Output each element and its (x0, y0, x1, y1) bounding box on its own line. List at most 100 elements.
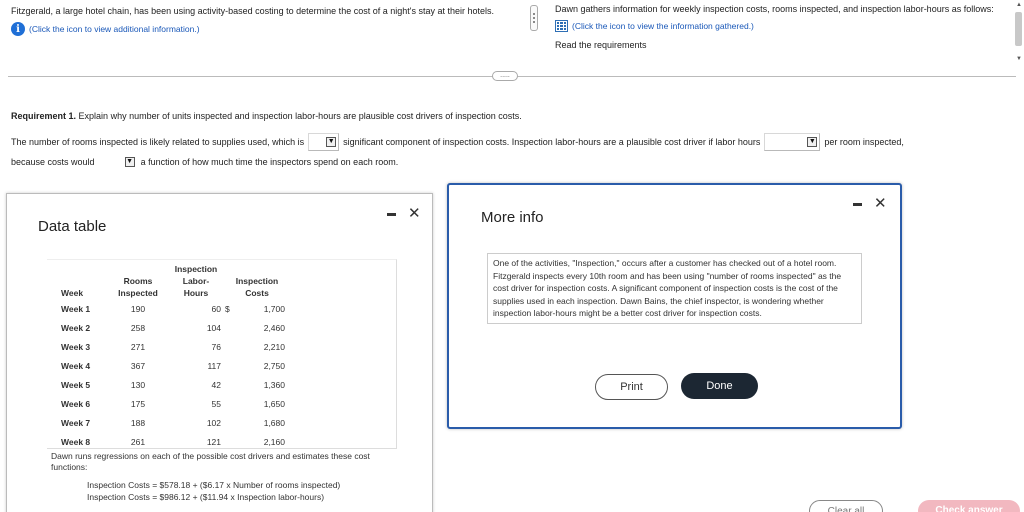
expand-handle[interactable]: ..... (492, 71, 518, 81)
column-header-hours: Inspection Labor-Hours (174, 264, 218, 298)
table-row: Week 5 130 42 1,360 (57, 375, 289, 394)
requirement-label: Requirement 1. (11, 111, 77, 121)
clear-all-button[interactable]: Clear all (809, 500, 883, 512)
window-controls: ✕ (853, 196, 887, 211)
close-icon[interactable]: ✕ (408, 206, 421, 221)
window-controls: ✕ (387, 206, 421, 221)
data-gathered-link[interactable]: (Click the icon to view the information … (555, 20, 1010, 32)
check-answer-button[interactable]: Check answer (918, 500, 1020, 512)
question-line-2: because costs would ▼ a function of how … (11, 152, 398, 172)
print-button[interactable]: Print (595, 374, 668, 400)
costs-cell: 2,750 (263, 360, 285, 371)
currency-cell (225, 356, 237, 375)
rooms-cell: 175 (130, 398, 146, 409)
column-header-rooms: Rooms Inspected (118, 276, 158, 298)
costs-cell: 2,160 (263, 436, 285, 447)
question-line-1: The number of rooms inspected is likely … (11, 132, 1016, 152)
table-row: Week 8 261 121 2,160 (57, 432, 289, 451)
hours-cell: 104 (206, 322, 221, 333)
scrollbar-thumb[interactable] (1015, 12, 1022, 46)
hours-cell: 55 (211, 398, 221, 409)
rooms-cell: 367 (130, 360, 146, 371)
week-cell: Week 4 (61, 360, 91, 371)
close-icon[interactable]: ✕ (874, 196, 887, 211)
question-part-2: significant component of inspection cost… (343, 137, 761, 147)
data-gathered-link-label[interactable]: (Click the icon to view the information … (572, 21, 754, 32)
week-cell: Week 7 (61, 417, 91, 428)
scroll-down-icon[interactable]: ▼ (1016, 56, 1022, 62)
data-table-title: Data table (38, 218, 107, 235)
dropdown-is-component[interactable]: ▼ (308, 133, 340, 151)
requirement-heading: Requirement 1. Explain why number of uni… (11, 111, 522, 121)
question-part-1: The number of rooms inspected is likely … (11, 137, 305, 147)
hours-cell: 76 (211, 341, 221, 352)
rooms-cell: 130 (130, 379, 146, 390)
table-row: Week 1 190 60 $1,700 (57, 299, 289, 318)
costs-cell: 1,700 (263, 303, 285, 314)
rooms-cell: 258 (130, 322, 146, 333)
problem-statement-right: Dawn gathers information for weekly insp… (555, 4, 1010, 62)
regression-intro: Dawn runs regressions on each of the pos… (51, 451, 370, 472)
currency-cell (225, 375, 237, 394)
table-row: Week 7 188 102 1,680 (57, 413, 289, 432)
scroll-up-icon[interactable]: ▲ (1016, 2, 1022, 8)
table-row: Week 4 367 117 2,750 (57, 356, 289, 375)
rooms-cell: 190 (130, 303, 146, 314)
requirement-text: Explain why number of units inspected an… (78, 111, 522, 121)
rooms-cell: 271 (130, 341, 146, 352)
data-table-window: Data table ✕ Week Rooms Inspected Inspect… (6, 193, 433, 512)
pane-resize-handle[interactable] (530, 5, 538, 31)
chevron-down-icon[interactable]: ▼ (807, 137, 818, 147)
done-button[interactable]: Done (681, 373, 758, 399)
additional-info-link-label[interactable]: (Click the icon to view additional infor… (29, 24, 200, 35)
regression-equations: Inspection Costs = $578.18 + ($6.17 x Nu… (87, 479, 340, 503)
data-intro-text: Dawn gathers information for weekly insp… (555, 4, 994, 14)
minimize-icon[interactable] (387, 212, 396, 216)
right-pane-scrollbar[interactable]: ▲ ▼ (1015, 2, 1022, 62)
week-cell: Week 1 (61, 303, 91, 314)
more-info-title: More info (481, 209, 544, 226)
costs-cell: 2,210 (263, 341, 285, 352)
currency-cell (225, 337, 237, 356)
table-row: Week 2 258 104 2,460 (57, 318, 289, 337)
hours-cell: 121 (206, 436, 221, 447)
more-info-text: One of the activities, "Inspection," occ… (487, 253, 862, 324)
minimize-icon[interactable] (853, 202, 862, 206)
dropdown-labor-hours[interactable]: ▼ (764, 133, 821, 151)
currency-cell (225, 413, 237, 432)
data-table: Week Rooms Inspected Inspection Labor-Hour… (57, 263, 289, 451)
currency-cell (225, 394, 237, 413)
currency-cell: $ (225, 303, 230, 314)
table-grid-icon[interactable] (555, 20, 568, 32)
chevron-down-icon[interactable]: ▼ (124, 157, 135, 167)
week-cell: Week 6 (61, 398, 91, 409)
hours-cell: 102 (206, 417, 221, 428)
table-row: Week 3 271 76 2,210 (57, 337, 289, 356)
equation-labor-hours: Inspection Costs = $986.12 + ($11.94 x I… (87, 492, 325, 502)
additional-info-link[interactable]: i (Click the icon to view additional inf… (11, 22, 501, 36)
more-info-window: More info ✕ One of the activities, "Insp… (447, 183, 902, 429)
column-header-week: Week (61, 288, 84, 298)
costs-cell: 1,650 (263, 398, 285, 409)
question-part-4: because costs would (11, 157, 95, 167)
equation-rooms: Inspection Costs = $578.18 + ($6.17 x Nu… (87, 480, 341, 490)
costs-cell: 1,680 (263, 417, 285, 428)
dropdown-costs-would[interactable]: ▼ (98, 153, 137, 171)
chevron-down-icon[interactable]: ▼ (326, 137, 337, 147)
week-cell: Week 5 (61, 379, 91, 390)
week-cell: Week 3 (61, 341, 91, 352)
currency-cell (225, 432, 237, 451)
hours-cell: 60 (211, 303, 221, 314)
hours-cell: 117 (207, 360, 221, 371)
question-part-5: a function of how much time the inspecto… (140, 157, 399, 167)
table-row: Week 6 175 55 1,650 (57, 394, 289, 413)
costs-cell: 2,460 (263, 322, 285, 333)
problem-statement-left: Fitzgerald, a large hotel chain, has bee… (11, 6, 501, 36)
requirements-link[interactable]: Read the requirements (555, 40, 1010, 51)
rooms-cell: 188 (130, 417, 146, 428)
info-icon[interactable]: i (11, 22, 25, 36)
week-cell: Week 8 (61, 436, 91, 447)
costs-cell: 1,360 (263, 379, 285, 390)
rooms-cell: 261 (130, 436, 146, 447)
column-header-costs: Inspection Costs (235, 276, 279, 298)
